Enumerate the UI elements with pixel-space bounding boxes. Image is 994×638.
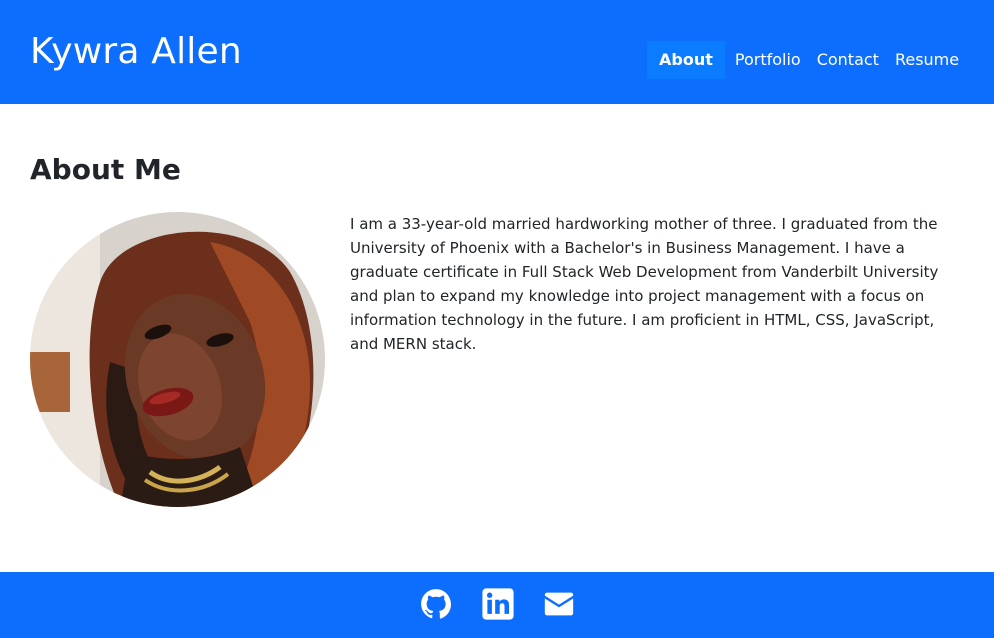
profile-photo-illustration [30, 212, 325, 507]
github-icon[interactable] [419, 587, 453, 621]
nav-portfolio[interactable]: Portfolio [727, 41, 809, 79]
nav-resume[interactable]: Resume [887, 41, 967, 79]
main-nav: About Portfolio Contact Resume [647, 41, 967, 79]
about-bio: I am a 33-year-old married hardworking m… [350, 215, 939, 353]
mail-icon[interactable] [542, 587, 576, 621]
nav-contact[interactable]: Contact [809, 41, 887, 79]
profile-photo [30, 212, 325, 507]
nav-about[interactable]: About [647, 41, 725, 79]
site-header: Kywra Allen About Portfolio Contact Resu… [0, 0, 994, 104]
about-title: About Me [30, 153, 181, 186]
linkedin-icon[interactable] [481, 587, 515, 621]
site-brand[interactable]: Kywra Allen [30, 28, 242, 76]
